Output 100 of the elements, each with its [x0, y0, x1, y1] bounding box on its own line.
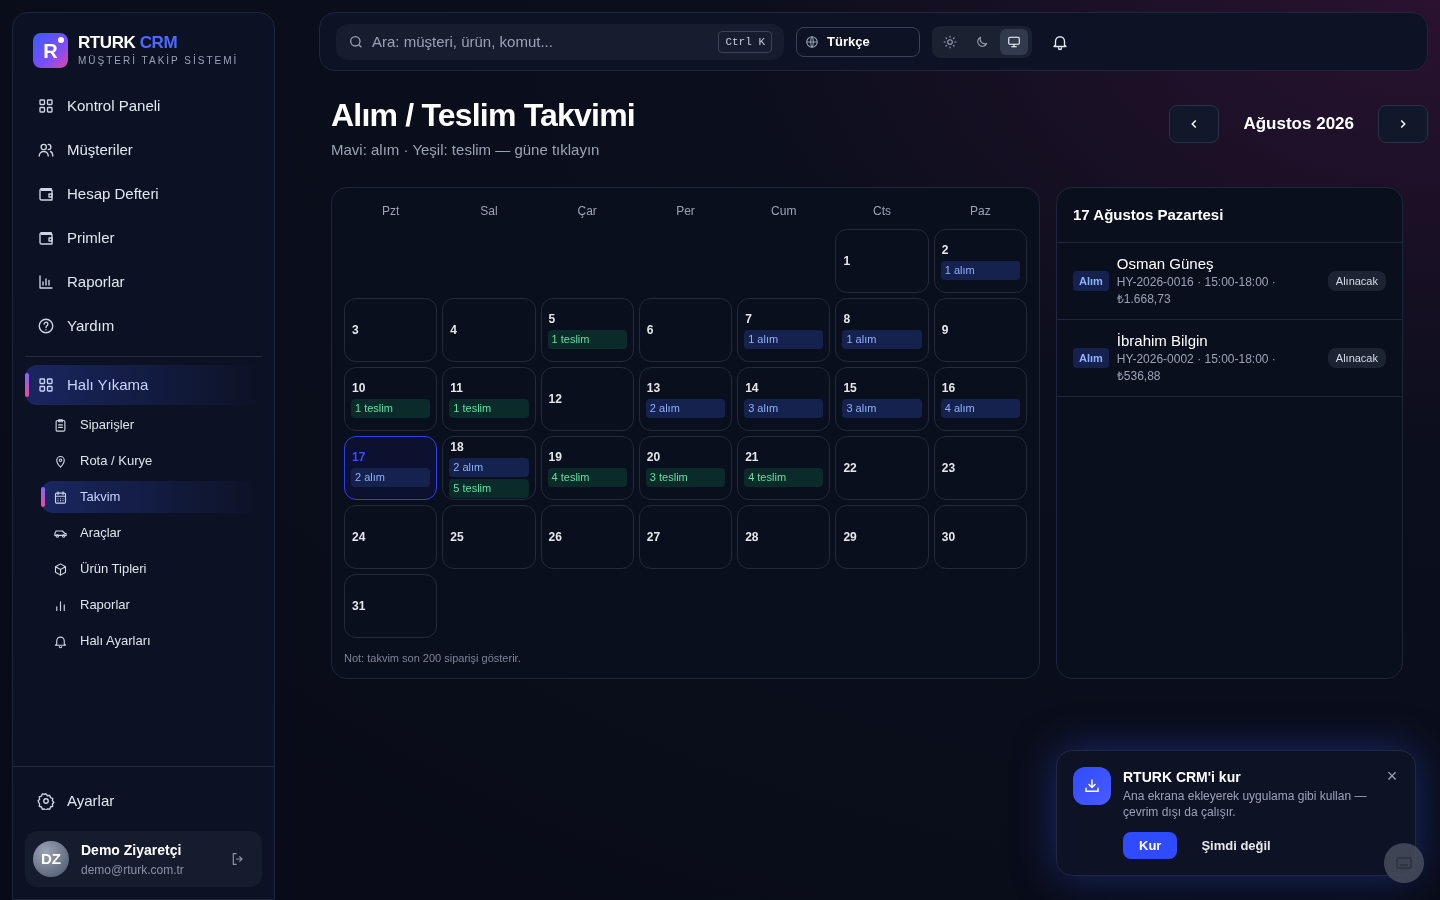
nav-item[interactable]: Müşteriler: [25, 128, 262, 172]
monitor-icon: [1007, 34, 1021, 49]
day-cell[interactable]: 22: [835, 435, 929, 500]
day-cell[interactable]: 30: [933, 504, 1027, 569]
avatar: DZ: [33, 841, 69, 877]
event-chip: 1 teslim: [449, 399, 529, 418]
event-chip: 1 alım: [940, 261, 1020, 280]
day-cell[interactable]: 27: [638, 504, 733, 569]
day-cell[interactable]: 20 3 teslim: [638, 435, 733, 500]
event-chip: 3 alım: [842, 399, 922, 418]
day-number: 10: [351, 380, 367, 397]
prompt-title: RTURK CRM'i kur: [1123, 768, 1242, 787]
day-cell[interactable]: 31: [344, 573, 438, 638]
day-cell[interactable]: 3: [344, 297, 438, 362]
day-number: 20: [645, 449, 662, 466]
day-number: 7: [744, 311, 753, 328]
day-cell[interactable]: 14 3 alım: [737, 366, 831, 431]
day-number: 14: [744, 380, 760, 397]
day-cell[interactable]: 23: [933, 435, 1027, 500]
grid-icon: [37, 97, 55, 115]
day-cell[interactable]: 24: [344, 504, 438, 569]
day-number: 16: [940, 380, 957, 397]
day-cell[interactable]: 6: [638, 297, 733, 362]
day-number: 6: [645, 321, 655, 339]
day-cell[interactable]: 5 1 teslim: [540, 297, 634, 362]
day-cell[interactable]: 2 1 alım: [933, 228, 1027, 293]
nav-item[interactable]: Raporlar: [25, 260, 262, 304]
day-cell[interactable]: 9: [933, 297, 1027, 362]
event-chip: 4 teslim: [547, 468, 627, 487]
day-number: 1: [842, 252, 852, 270]
day-cell[interactable]: 21 4 teslim: [737, 435, 831, 500]
weekday-label: Per: [675, 202, 696, 220]
bell-icon: [53, 633, 68, 649]
install-button[interactable]: Kur: [1123, 832, 1178, 859]
dismiss-button[interactable]: Şimdi değil: [1201, 835, 1271, 856]
day-number: 21: [744, 449, 760, 466]
user-email: demo@rturk.com.tr: [81, 861, 185, 879]
nav-subitem[interactable]: Siparişler: [41, 409, 262, 441]
day-cell[interactable]: 12: [540, 366, 634, 431]
day-cell[interactable]: 15 3 alım: [835, 366, 929, 431]
day-number: 15: [842, 380, 858, 397]
event-chip: 5 teslim: [449, 478, 529, 498]
weekday-label: Paz: [969, 202, 992, 220]
nav-item[interactable]: Kontrol Paneli: [25, 84, 262, 128]
day-number: 2: [940, 242, 950, 259]
day-number: 31: [351, 597, 367, 615]
day-number: 8: [842, 311, 852, 328]
settings-item[interactable]: Ayarlar: [25, 779, 262, 823]
event-chip: 3 alım: [744, 399, 824, 418]
brand-subtitle: MÜŞTERİ TAKİP SİSTEMİ: [78, 53, 239, 68]
event-chip: 3 teslim: [645, 468, 726, 487]
nav-item[interactable]: Primler: [25, 216, 262, 260]
day-cell[interactable]: 19 4 teslim: [540, 435, 634, 500]
day-cell[interactable]: 11 1 teslim: [442, 366, 536, 431]
day-cell[interactable]: 8 1 alım: [835, 297, 929, 362]
search-icon: [348, 33, 364, 50]
day-cell[interactable]: 28: [737, 504, 831, 569]
weekday-label: Sal: [479, 202, 499, 220]
nav-subitem[interactable]: Halı Ayarları: [41, 625, 262, 657]
event-chip: 2 alım: [351, 468, 431, 487]
grid-icon: [37, 376, 55, 394]
day-number: 12: [547, 390, 563, 408]
day-cell[interactable]: 1: [835, 228, 929, 293]
day-cell[interactable]: 13 2 alım: [638, 366, 733, 431]
nav-subitem[interactable]: Ürün Tipleri: [41, 553, 262, 585]
day-cell[interactable]: 4: [442, 297, 536, 362]
weekday-label: Çar: [576, 202, 598, 220]
day-cell[interactable]: 18 2 alım 5 teslim: [442, 435, 536, 500]
keyboard-icon: [1396, 856, 1412, 870]
theme-button[interactable]: [1000, 28, 1028, 55]
day-number: 26: [547, 528, 563, 546]
day-cell[interactable]: 16 4 alım: [933, 366, 1027, 431]
day-cell[interactable]: 25: [442, 504, 536, 569]
day-cell[interactable]: 10 1 teslim: [344, 366, 438, 431]
day-cell[interactable]: 7 1 alım: [737, 297, 831, 362]
nav-item[interactable]: Hesap Defteri: [25, 172, 262, 216]
nav-subitem[interactable]: Raporlar: [41, 589, 262, 621]
day-cell[interactable]: 29: [835, 504, 929, 569]
nav-item[interactable]: Yardım: [25, 304, 262, 348]
weekday-label: Cts: [872, 202, 893, 220]
day-number: 29: [842, 528, 858, 546]
day-number: 5: [547, 311, 557, 328]
prompt-text: Ana ekrana ekleyerek uygulama gibi kullan — çevrim dışı da çalışır.: [1123, 788, 1368, 820]
event-chip: 1 teslim: [547, 330, 627, 349]
day-number: 9: [940, 321, 950, 339]
nav-subitem[interactable]: Rota / Kurye: [41, 445, 262, 477]
day-number: 30: [940, 528, 957, 546]
nav-subitem[interactable]: Araçlar: [41, 517, 262, 549]
day-number: 4: [449, 321, 458, 339]
status-badge: Alınacak: [1327, 347, 1386, 369]
event-chip: 1 alım: [842, 330, 922, 349]
download-icon: [1073, 767, 1111, 805]
event-chip: 1 alım: [744, 330, 824, 349]
language-select[interactable]: Türkçe: [796, 26, 920, 57]
day-cell[interactable]: 26: [540, 504, 634, 569]
wallet-icon: [37, 185, 55, 203]
close-button[interactable]: ×: [1385, 767, 1399, 785]
brand-name: RTURK CRM: [78, 33, 179, 53]
box-icon: [53, 561, 68, 577]
day-cell[interactable]: 17 2 alım: [344, 435, 438, 500]
